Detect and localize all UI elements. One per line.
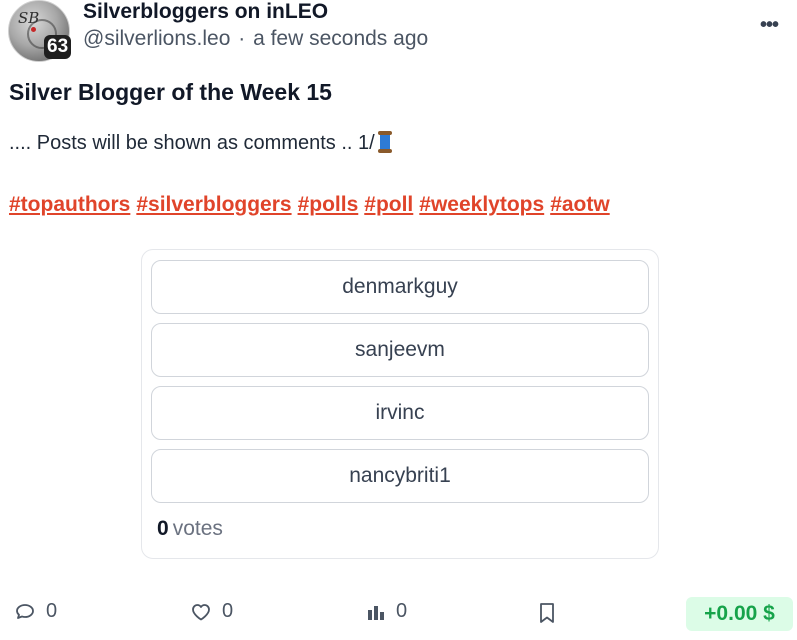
hashtag-link[interactable]: #silverbloggers	[136, 193, 291, 216]
meta-separator: ·	[238, 27, 246, 50]
poll-vote-count: 0	[157, 517, 169, 540]
poll-option[interactable]: sanjeevm	[151, 323, 649, 377]
post-meta: @silverlions.leo · a few seconds ago	[83, 27, 428, 51]
post-timestamp[interactable]: a few seconds ago	[253, 27, 428, 50]
post-body: .... Posts will be shown as comments .. …	[9, 131, 392, 155]
stats-count: 0	[396, 600, 408, 622]
spool-of-thread-icon	[377, 131, 392, 153]
poll-votes-label: votes	[172, 517, 223, 540]
author-handle[interactable]: @silverlions.leo	[83, 27, 230, 50]
payout-badge[interactable]: +0.00 $	[686, 597, 793, 631]
post-actions: 0 0 0 +0.00 $	[0, 594, 797, 634]
more-horizontal-icon[interactable]: •••	[760, 14, 779, 37]
comment-icon	[16, 603, 34, 619]
bar-chart-icon	[368, 605, 384, 620]
bookmark-button[interactable]	[538, 602, 566, 624]
avatar-dot	[31, 27, 36, 32]
hashtag-link[interactable]: #poll	[364, 193, 413, 216]
poll-option[interactable]: irvinc	[151, 386, 649, 440]
hashtag-link[interactable]: #topauthors	[9, 193, 130, 216]
post-title: Silver Blogger of the Week 15	[9, 79, 332, 105]
post-body-text: .... Posts will be shown as comments .. …	[9, 132, 375, 154]
poll-option[interactable]: denmarkguy	[151, 260, 649, 314]
hashtag-link[interactable]: #aotw	[550, 193, 610, 216]
like-count: 0	[222, 600, 234, 622]
comment-button[interactable]: 0	[14, 600, 57, 623]
comment-count: 0	[46, 600, 58, 622]
bookmark-icon	[540, 603, 554, 623]
reputation-badge: 63	[44, 35, 72, 59]
poll-option[interactable]: nancybriti1	[151, 449, 649, 503]
hashtag-link[interactable]: #weeklytops	[419, 193, 544, 216]
hashtag-list: #topauthors #silverbloggers #polls #poll #we…	[9, 193, 616, 217]
hashtag-link[interactable]: #polls	[298, 193, 359, 216]
stats-button[interactable]: 0	[366, 600, 407, 623]
post-header: SB 63 Silverbloggers on inLEO @silverlio…	[8, 0, 788, 62]
poll-vote-summary: 0 votes	[157, 517, 223, 541]
heart-icon	[192, 603, 210, 620]
like-button[interactable]: 0	[190, 600, 233, 623]
author-name[interactable]: Silverbloggers on inLEO	[83, 0, 328, 24]
poll-card: denmarkguy sanjeevm irvinc nancybriti1 0…	[141, 249, 659, 559]
